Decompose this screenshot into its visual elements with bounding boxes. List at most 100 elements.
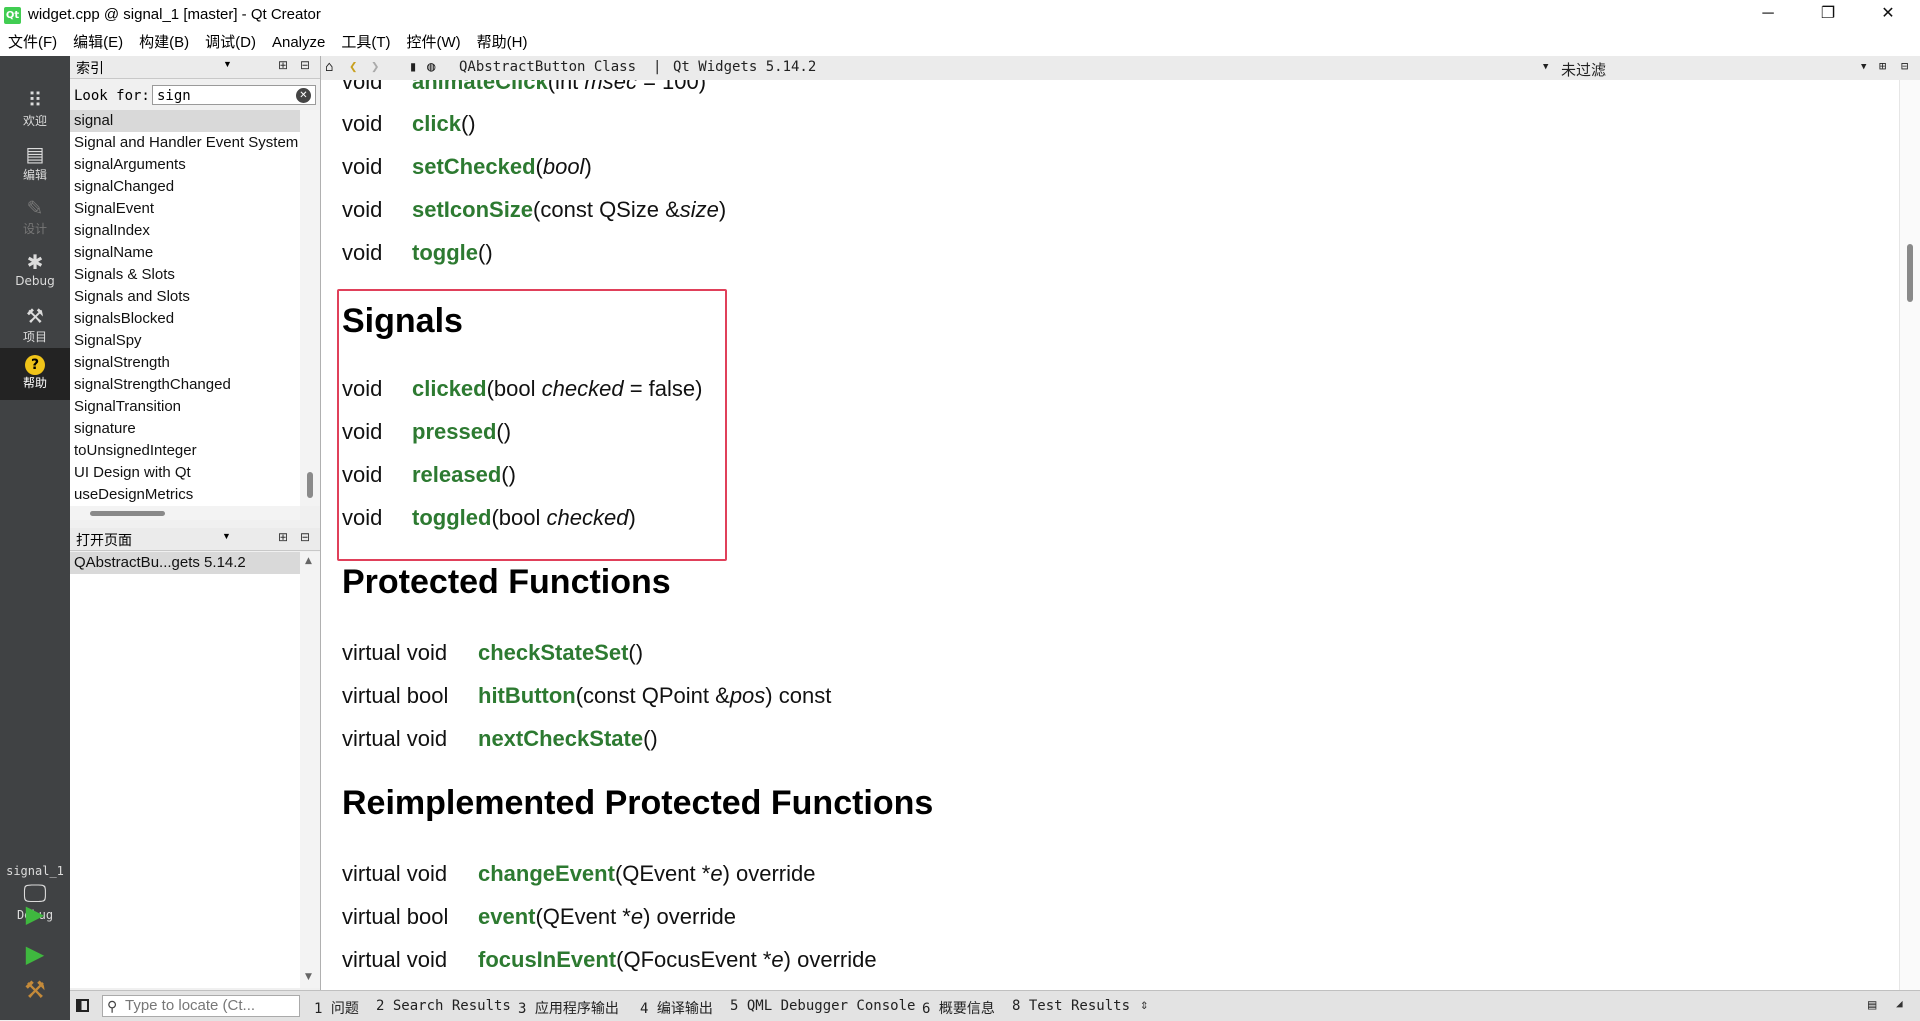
chevron-down-icon[interactable]: ▼ <box>223 59 232 69</box>
function-link[interactable]: click <box>412 111 461 136</box>
index-h-scrollbar[interactable] <box>70 506 300 520</box>
minimize-button[interactable]: ─ <box>1740 0 1796 30</box>
function-link[interactable]: animateClick <box>412 80 548 94</box>
forward-icon[interactable]: ❯ <box>371 59 379 75</box>
index-item[interactable]: signalName <box>70 242 300 264</box>
function-link[interactable]: hitButton <box>478 683 576 708</box>
function-link[interactable]: toggled <box>412 505 491 530</box>
output-tab-application-output[interactable]: 3 应用程序输出 <box>518 998 619 1018</box>
mode-projects[interactable]: ⚒ 项目 <box>0 302 70 354</box>
globe-icon[interactable]: ◍ <box>427 59 435 75</box>
open-pages-scrollbar[interactable]: ▲ ▼ <box>300 552 320 988</box>
output-pane-icon[interactable]: ▤ <box>1868 997 1876 1013</box>
index-item[interactable]: Signals & Slots <box>70 264 300 286</box>
menu-analyze[interactable]: Analyze <box>264 30 333 56</box>
menu-file[interactable]: 文件(F) <box>0 30 65 56</box>
mode-welcome[interactable]: ⠿ 欢迎 <box>0 86 70 138</box>
index-item[interactable]: SignalTransition <box>70 396 300 418</box>
index-item[interactable]: SignalSpy <box>70 330 300 352</box>
mode-debug[interactable]: ✱ Debug <box>0 248 70 300</box>
chevron-down-icon[interactable]: ▼ <box>1861 62 1866 72</box>
index-item[interactable]: Signals and Slots <box>70 286 300 308</box>
index-item[interactable]: toUnsignedInteger <box>70 440 300 462</box>
index-item[interactable]: signal <box>70 110 300 132</box>
function-link[interactable]: event <box>478 904 535 929</box>
open-page-item[interactable]: QAbstractBu...gets 5.14.2 <box>70 552 300 574</box>
args: () <box>460 111 476 136</box>
index-item[interactable]: signalStrength <box>70 352 300 374</box>
close-pane-icon[interactable]: ⊟ <box>300 530 310 544</box>
index-item[interactable]: signalArguments <box>70 154 300 176</box>
open-pages-title[interactable]: 打开页面 <box>76 530 132 550</box>
function-link[interactable]: pressed <box>412 419 496 444</box>
locator-input[interactable]: ⚲ Type to locate (Ct... <box>102 995 300 1017</box>
clear-icon[interactable]: ✕ <box>296 88 311 103</box>
output-tab-search-results[interactable]: 2 Search Results <box>376 998 511 1014</box>
index-scrollbar[interactable] <box>300 110 320 506</box>
menu-debug[interactable]: 调试(D) <box>197 30 264 56</box>
output-tab-compile-output[interactable]: 4 编译输出 <box>640 998 713 1018</box>
index-item[interactable]: signalsBlocked <box>70 308 300 330</box>
index-item[interactable]: signature <box>70 418 300 440</box>
index-scrollbar-thumb[interactable] <box>307 472 313 498</box>
index-pane-title[interactable]: 索引 <box>76 58 104 78</box>
look-for-input[interactable]: sign <box>152 85 316 105</box>
function-link[interactable]: focusInEvent <box>478 947 616 972</box>
function-link[interactable]: toggle <box>412 240 478 265</box>
menu-build[interactable]: 构建(B) <box>131 30 197 56</box>
index-item[interactable]: useDesignMetrics <box>70 484 300 506</box>
function-link[interactable]: nextCheckState <box>478 726 643 751</box>
mode-design[interactable]: ✎ 设计 <box>0 194 70 246</box>
output-tab-test-results[interactable]: 8 Test Results <box>1012 998 1130 1014</box>
resize-grip-icon[interactable]: ◢ <box>1896 997 1903 1010</box>
menu-tools[interactable]: 工具(T) <box>333 30 398 56</box>
close-pane-icon[interactable]: ⊟ <box>1901 59 1908 73</box>
function-link[interactable]: checkStateSet <box>478 640 628 665</box>
sidebar-toggle-icon[interactable] <box>76 999 89 1012</box>
back-icon[interactable]: ❮ <box>349 59 357 75</box>
index-item[interactable]: signalIndex <box>70 220 300 242</box>
index-item[interactable]: UI Design with Qt <box>70 462 300 484</box>
chevron-down-icon[interactable]: ▼ <box>1543 62 1548 72</box>
output-tab-issues[interactable]: 1 问题 <box>314 998 359 1018</box>
home-icon[interactable]: ⌂ <box>325 59 333 75</box>
split-icon[interactable]: ⊞ <box>1879 59 1886 73</box>
mode-help[interactable]: ? 帮助 <box>0 348 70 400</box>
debug-run-icon[interactable]: ▶ <box>0 940 70 968</box>
index-item[interactable]: SignalEvent <box>70 198 300 220</box>
run-icon[interactable]: ▶ <box>0 900 70 928</box>
function-link[interactable]: changeEvent <box>478 861 615 886</box>
function-link[interactable]: setIconSize <box>412 197 533 222</box>
restore-button[interactable]: ❐ <box>1800 0 1856 30</box>
output-tab-qml-debugger[interactable]: 5 QML Debugger Console <box>730 998 915 1014</box>
bookmark-icon[interactable]: ▮ <box>409 59 417 75</box>
index-item[interactable]: signalStrengthChanged <box>70 374 300 396</box>
scroll-down-icon[interactable]: ▼ <box>305 972 312 982</box>
output-tabs-more-icon[interactable]: ⇕ <box>1140 997 1148 1013</box>
close-button[interactable]: ✕ <box>1860 0 1916 30</box>
menu-edit[interactable]: 编辑(E) <box>65 30 131 56</box>
split-icon[interactable]: ⊞ <box>278 530 288 544</box>
chevron-down-icon[interactable]: ▼ <box>222 531 231 541</box>
scroll-up-icon[interactable]: ▲ <box>305 556 312 566</box>
index-list[interactable]: signal Signal and Handler Event System sig… <box>70 110 300 506</box>
mode-edit[interactable]: ▤ 编辑 <box>0 140 70 192</box>
content-scrollbar-thumb[interactable] <box>1907 244 1913 302</box>
build-hammer-icon[interactable]: ⚒ <box>0 976 70 1004</box>
open-pages-list[interactable]: QAbstractBu...gets 5.14.2 <box>70 552 300 988</box>
index-item[interactable]: Signal and Handler Event System <box>70 132 300 154</box>
menu-window[interactable]: 控件(W) <box>399 30 469 56</box>
index-h-scrollbar-thumb[interactable] <box>90 511 165 516</box>
output-tab-general-messages[interactable]: 6 概要信息 <box>922 998 995 1018</box>
function-link[interactable]: setChecked <box>412 154 536 179</box>
return-type: void <box>342 80 383 94</box>
function-link[interactable]: clicked <box>412 376 487 401</box>
function-link[interactable]: released <box>412 462 501 487</box>
close-pane-icon[interactable]: ⊟ <box>300 58 310 72</box>
args: () <box>478 240 493 265</box>
content-scrollbar[interactable] <box>1899 80 1920 990</box>
index-item[interactable]: signalChanged <box>70 176 300 198</box>
split-icon[interactable]: ⊞ <box>278 58 288 72</box>
menu-help[interactable]: 帮助(H) <box>469 30 536 56</box>
filter-combo[interactable]: 未过滤 <box>1561 59 1606 80</box>
